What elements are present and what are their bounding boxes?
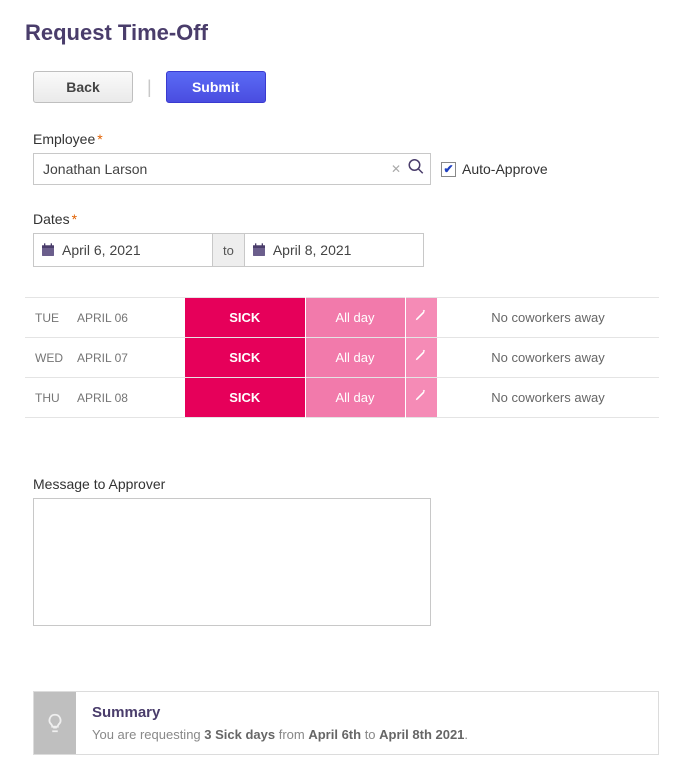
pencil-icon bbox=[414, 309, 428, 326]
employee-label: Employee* bbox=[33, 131, 659, 147]
message-input[interactable] bbox=[33, 498, 431, 626]
page-title: Request Time-Off bbox=[25, 20, 659, 46]
summary-box: Summary You are requesting 3 Sick days f… bbox=[33, 691, 659, 755]
duration-cell[interactable]: All day bbox=[305, 338, 405, 378]
edit-button[interactable] bbox=[405, 338, 437, 378]
coworkers-note: No coworkers away bbox=[437, 378, 659, 418]
duration-cell[interactable]: All day bbox=[305, 378, 405, 418]
auto-approve-checkbox[interactable]: ✔ Auto-Approve bbox=[441, 161, 548, 177]
leave-type-cell[interactable]: SICK bbox=[185, 378, 305, 418]
calendar-icon bbox=[245, 242, 273, 258]
leave-type-cell[interactable]: SICK bbox=[185, 298, 305, 338]
check-icon: ✔ bbox=[441, 162, 456, 177]
coworkers-note: No coworkers away bbox=[437, 298, 659, 338]
table-row: THUAPRIL 08SICKAll day No coworkers away bbox=[25, 378, 659, 418]
day-date: APRIL 06 bbox=[77, 298, 185, 338]
back-button[interactable]: Back bbox=[33, 71, 133, 103]
summary-text: You are requesting 3 Sick days from Apri… bbox=[92, 727, 642, 742]
calendar-icon bbox=[34, 242, 62, 258]
end-date-value: April 8, 2021 bbox=[273, 242, 423, 258]
day-of-week: TUE bbox=[25, 298, 77, 338]
table-row: WEDAPRIL 07SICKAll day No coworkers away bbox=[25, 338, 659, 378]
duration-cell[interactable]: All day bbox=[305, 298, 405, 338]
auto-approve-label: Auto-Approve bbox=[462, 161, 548, 177]
clear-icon[interactable]: ✕ bbox=[391, 162, 401, 176]
dates-label: Dates* bbox=[33, 211, 659, 227]
day-date: APRIL 07 bbox=[77, 338, 185, 378]
edit-button[interactable] bbox=[405, 298, 437, 338]
employee-input[interactable] bbox=[33, 153, 431, 185]
lightbulb-icon bbox=[34, 692, 76, 754]
edit-button[interactable] bbox=[405, 378, 437, 418]
coworkers-note: No coworkers away bbox=[437, 338, 659, 378]
summary-heading: Summary bbox=[92, 704, 642, 721]
pencil-icon bbox=[414, 389, 428, 406]
end-date-input[interactable]: April 8, 2021 bbox=[244, 233, 424, 267]
search-icon[interactable] bbox=[407, 158, 425, 181]
days-table: TUEAPRIL 06SICKAll dayNo coworkers awayW… bbox=[25, 297, 659, 418]
leave-type-cell[interactable]: SICK bbox=[185, 338, 305, 378]
pencil-icon bbox=[414, 349, 428, 366]
date-separator: to bbox=[213, 233, 244, 267]
message-label: Message to Approver bbox=[33, 476, 659, 492]
start-date-value: April 6, 2021 bbox=[62, 242, 212, 258]
button-divider: | bbox=[147, 77, 152, 98]
day-of-week: WED bbox=[25, 338, 77, 378]
day-of-week: THU bbox=[25, 378, 77, 418]
submit-button[interactable]: Submit bbox=[166, 71, 266, 103]
day-date: APRIL 08 bbox=[77, 378, 185, 418]
start-date-input[interactable]: April 6, 2021 bbox=[33, 233, 213, 267]
table-row: TUEAPRIL 06SICKAll day No coworkers away bbox=[25, 298, 659, 338]
